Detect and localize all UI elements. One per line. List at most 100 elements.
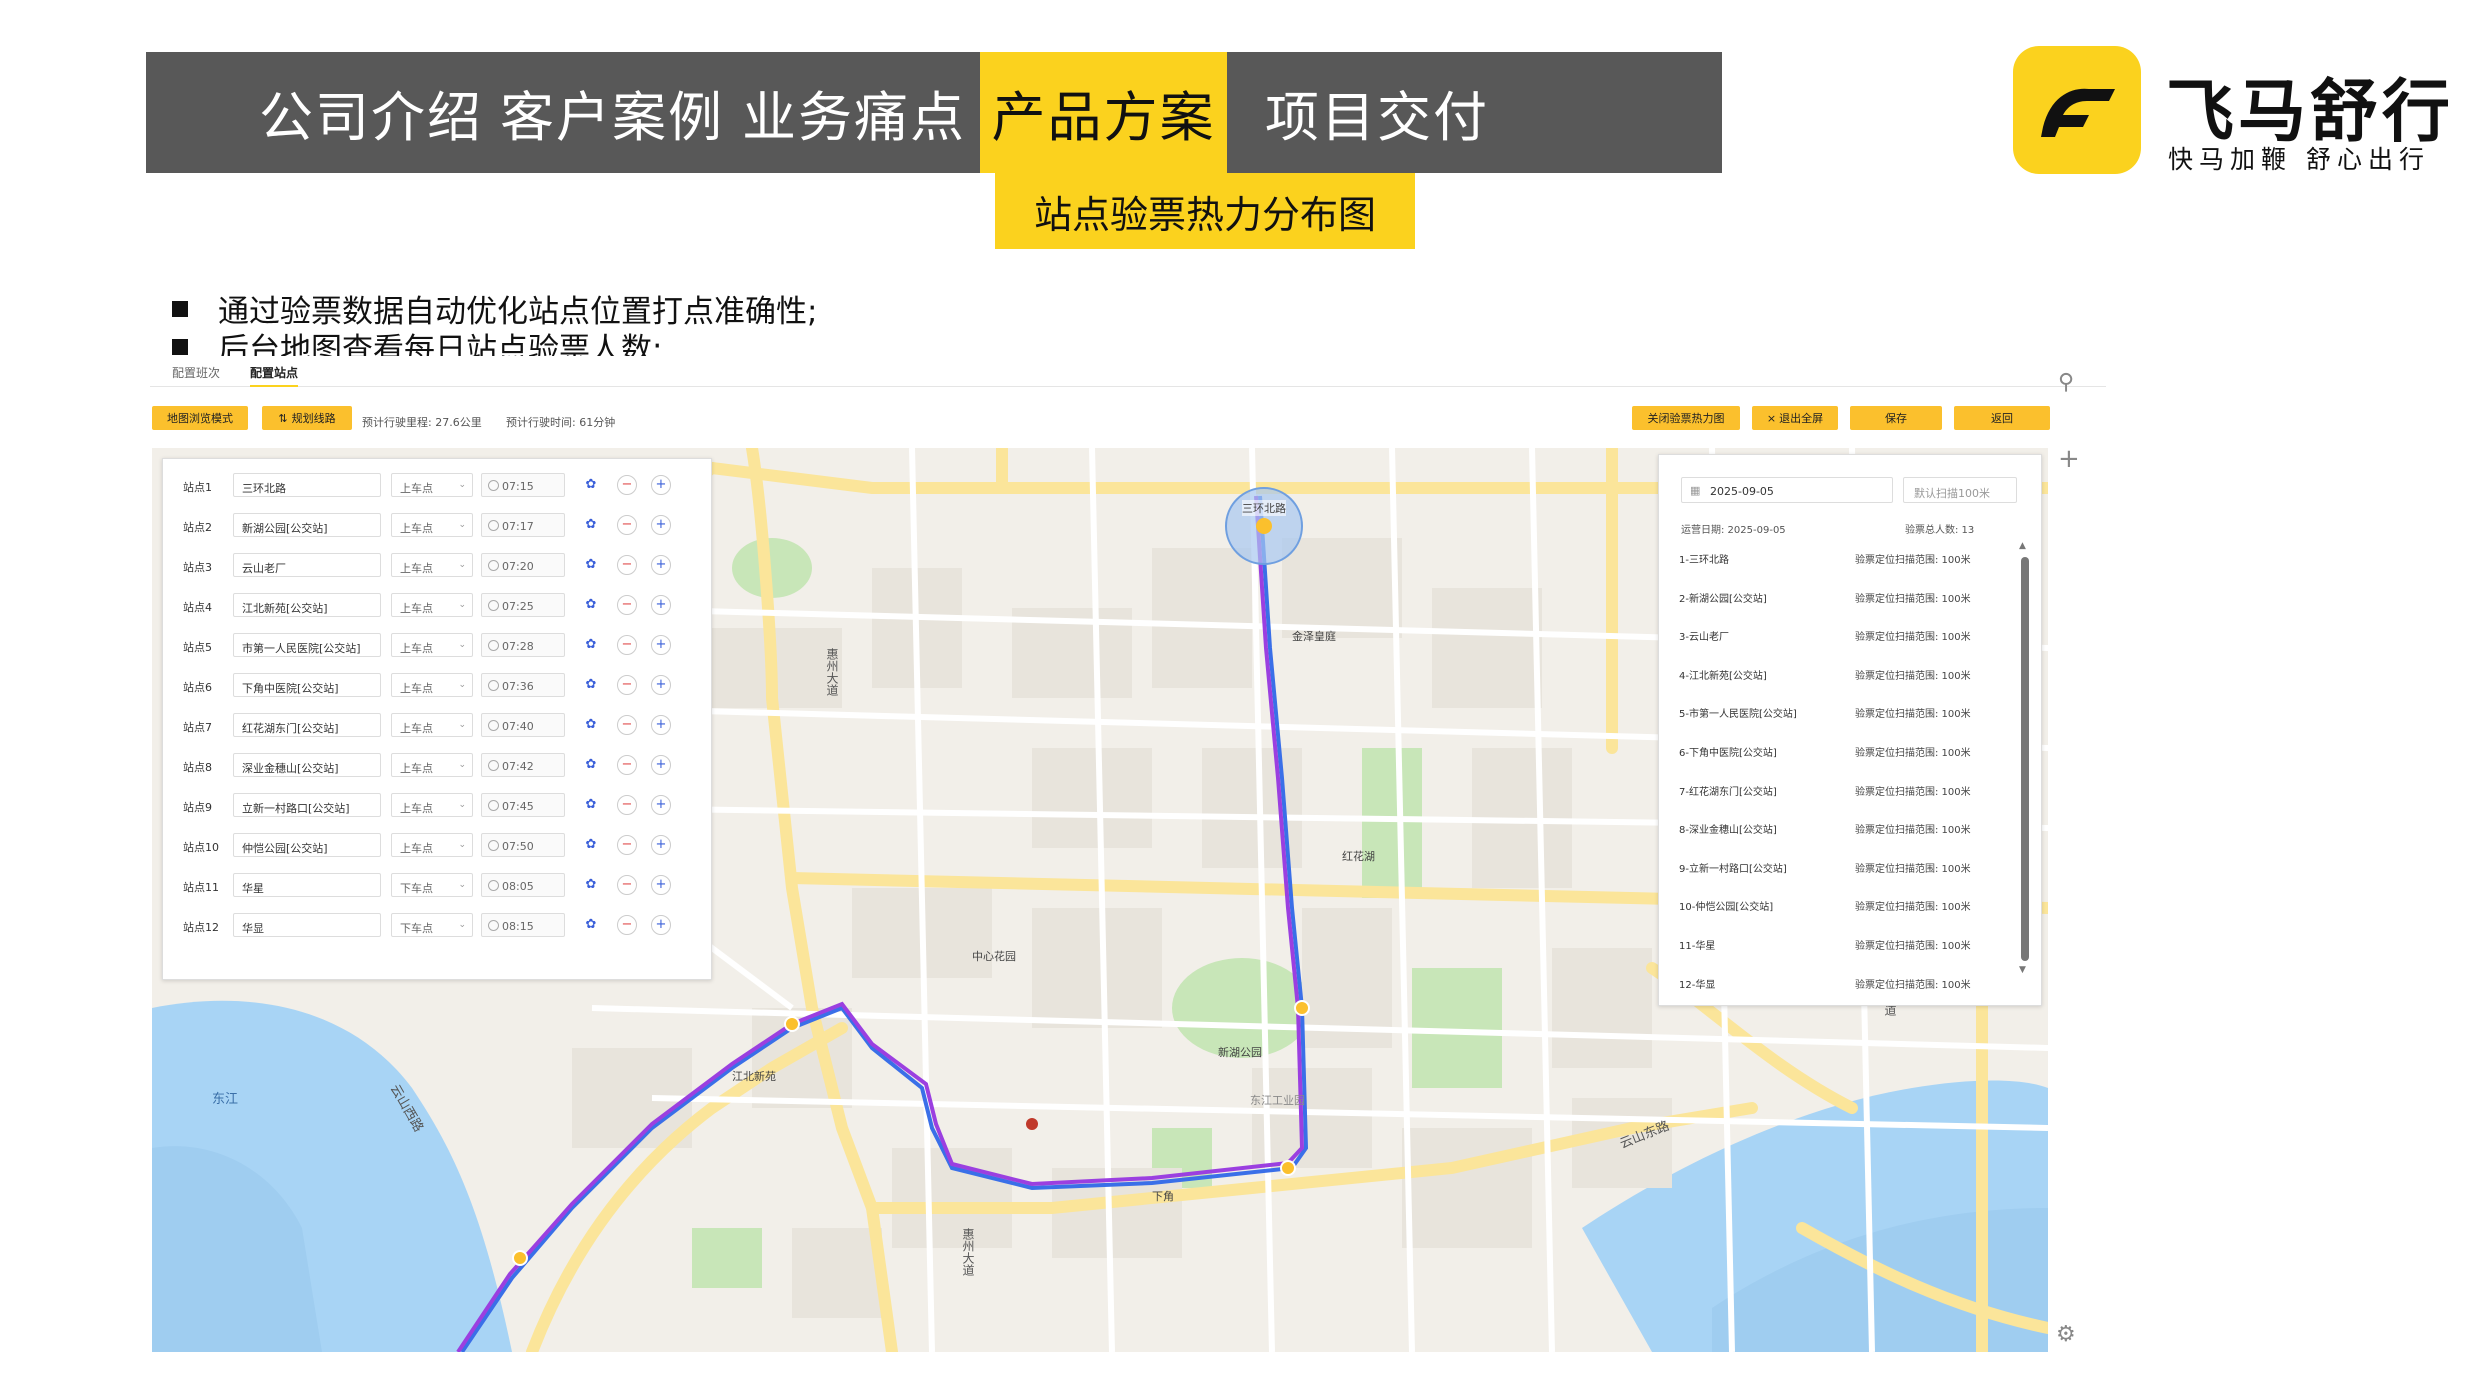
stop-type-select[interactable]: 下车点 ⌄ bbox=[391, 913, 473, 937]
scrollbar[interactable] bbox=[2021, 557, 2029, 961]
remove-stop-button[interactable]: − bbox=[617, 635, 637, 655]
stop-stat-item[interactable]: 5-市第一人民医院[公交站] 验票定位扫描范围: 100米 bbox=[1679, 701, 2009, 721]
stop-name-input[interactable]: 云山老厂 bbox=[233, 553, 381, 577]
add-stop-button[interactable]: + bbox=[651, 755, 671, 775]
stop-type-select[interactable]: 下车点 ⌄ bbox=[391, 873, 473, 897]
nav-tab-project-delivery[interactable]: 项目交付 bbox=[1227, 52, 1497, 173]
stop-stat-item[interactable]: 2-新湖公园[公交站] 验票定位扫描范围: 100米 bbox=[1679, 586, 2009, 606]
remove-stop-button[interactable]: − bbox=[617, 595, 637, 615]
stop-name-input[interactable]: 三环北路 bbox=[233, 473, 381, 497]
stop-name-input[interactable]: 立新一村路口[公交站] bbox=[233, 793, 381, 817]
tab-config-stops[interactable]: 配置站点 bbox=[250, 364, 299, 387]
remove-stop-button[interactable]: − bbox=[617, 555, 637, 575]
stop-name-input[interactable]: 红花湖东门[公交站] bbox=[233, 713, 381, 737]
stop-settings-icon[interactable]: ✿ bbox=[583, 717, 599, 733]
date-picker[interactable]: ▦ 2025-09-05 bbox=[1681, 477, 1893, 503]
add-stop-button[interactable]: + bbox=[651, 715, 671, 735]
stop-stat-item[interactable]: 1-三环北路 验票定位扫描范围: 100米 bbox=[1679, 547, 2009, 567]
stop-settings-icon[interactable]: ✿ bbox=[583, 877, 599, 893]
stop-type-select[interactable]: 上车点 ⌄ bbox=[391, 513, 473, 537]
exit-fullscreen-button[interactable]: × 退出全屏 bbox=[1752, 406, 1838, 430]
stop-time-input[interactable]: 07:36 bbox=[481, 673, 565, 697]
stop-name-input[interactable]: 江北新苑[公交站] bbox=[233, 593, 381, 617]
stop-settings-icon[interactable]: ✿ bbox=[583, 757, 599, 773]
add-stop-button[interactable]: + bbox=[651, 875, 671, 895]
add-stop-button[interactable]: + bbox=[651, 915, 671, 935]
remove-stop-button[interactable]: − bbox=[617, 675, 637, 695]
remove-stop-button[interactable]: − bbox=[617, 875, 637, 895]
nav-tab-business-pain-points[interactable]: 业务痛点 bbox=[728, 52, 980, 173]
stop-name-input[interactable]: 下角中医院[公交站] bbox=[233, 673, 381, 697]
remove-stop-button[interactable]: − bbox=[617, 915, 637, 935]
remove-stop-button[interactable]: − bbox=[617, 715, 637, 735]
stop-type-select[interactable]: 上车点 ⌄ bbox=[391, 713, 473, 737]
tab-config-shifts[interactable]: 配置班次 bbox=[172, 364, 220, 381]
add-stop-button[interactable]: + bbox=[651, 595, 671, 615]
stop-time-input[interactable]: 07:17 bbox=[481, 513, 565, 537]
scan-range-input[interactable]: 默认扫描100米 bbox=[1903, 477, 2017, 503]
stop-stat-item[interactable]: 3-云山老厂 验票定位扫描范围: 100米 bbox=[1679, 624, 2009, 644]
stop-stat-item[interactable]: 11-华星 验票定位扫描范围: 100米 bbox=[1679, 933, 2009, 953]
save-button[interactable]: 保存 bbox=[1850, 406, 1942, 430]
stop-settings-icon[interactable]: ✿ bbox=[583, 557, 599, 573]
stop-type-select[interactable]: 上车点 ⌄ bbox=[391, 753, 473, 777]
nav-tab-company-intro[interactable]: 公司介绍 bbox=[146, 52, 496, 173]
nav-tab-product-solution[interactable]: 产品方案 bbox=[980, 52, 1227, 173]
stop-time-input[interactable]: 07:40 bbox=[481, 713, 565, 737]
stop-settings-icon[interactable]: ✿ bbox=[583, 917, 599, 933]
stop-stat-item[interactable]: 8-深业金穗山[公交站] 验票定位扫描范围: 100米 bbox=[1679, 817, 2009, 837]
stop-stat-item[interactable]: 10-仲恺公园[公交站] 验票定位扫描范围: 100米 bbox=[1679, 894, 2009, 914]
stop-type-select[interactable]: 上车点 ⌄ bbox=[391, 553, 473, 577]
stop-time-input[interactable]: 07:25 bbox=[481, 593, 565, 617]
stop-type-select[interactable]: 上车点 ⌄ bbox=[391, 593, 473, 617]
stop-name-input[interactable]: 华显 bbox=[233, 913, 381, 937]
add-stop-button[interactable]: + bbox=[651, 555, 671, 575]
add-stop-button[interactable]: + bbox=[651, 475, 671, 495]
stop-time-input[interactable]: 07:50 bbox=[481, 833, 565, 857]
add-stop-button[interactable]: + bbox=[651, 795, 671, 815]
close-heatmap-button[interactable]: 关闭验票热力图 bbox=[1632, 406, 1740, 430]
remove-stop-button[interactable]: − bbox=[617, 795, 637, 815]
settings-icon[interactable]: ⚙ bbox=[2056, 1322, 2076, 1347]
back-button[interactable]: 返回 bbox=[1954, 406, 2050, 430]
stop-settings-icon[interactable]: ✿ bbox=[583, 477, 599, 493]
stop-settings-icon[interactable]: ✿ bbox=[583, 597, 599, 613]
remove-stop-button[interactable]: − bbox=[617, 835, 637, 855]
stop-time-input[interactable]: 08:05 bbox=[481, 873, 565, 897]
stop-time-input[interactable]: 07:15 bbox=[481, 473, 565, 497]
zoom-in-icon[interactable]: + bbox=[2058, 444, 2080, 474]
stop-time-input[interactable]: 07:28 bbox=[481, 633, 565, 657]
stop-type-select[interactable]: 上车点 ⌄ bbox=[391, 793, 473, 817]
search-icon[interactable]: ⚲ bbox=[2058, 370, 2074, 395]
stop-type-select[interactable]: 上车点 ⌄ bbox=[391, 833, 473, 857]
browse-mode-button[interactable]: 地图浏览模式 bbox=[152, 406, 248, 430]
remove-stop-button[interactable]: − bbox=[617, 755, 637, 775]
stop-type-select[interactable]: 上车点 ⌄ bbox=[391, 473, 473, 497]
stop-settings-icon[interactable]: ✿ bbox=[583, 837, 599, 853]
stop-type-select[interactable]: 上车点 ⌄ bbox=[391, 633, 473, 657]
add-stop-button[interactable]: + bbox=[651, 675, 671, 695]
remove-stop-button[interactable]: − bbox=[617, 515, 637, 535]
stop-time-input[interactable]: 08:15 bbox=[481, 913, 565, 937]
stop-settings-icon[interactable]: ✿ bbox=[583, 517, 599, 533]
nav-tab-customer-cases[interactable]: 客户案例 bbox=[496, 52, 728, 173]
stop-settings-icon[interactable]: ✿ bbox=[583, 797, 599, 813]
subtab-heatmap[interactable]: 站点验票热力分布图 bbox=[995, 173, 1415, 249]
stop-stat-item[interactable]: 12-华显 验票定位扫描范围: 100米 bbox=[1679, 972, 2009, 992]
stop-name-input[interactable]: 仲恺公园[公交站] bbox=[233, 833, 381, 857]
remove-stop-button[interactable]: − bbox=[617, 475, 637, 495]
scroll-down-icon[interactable]: ▼ bbox=[2019, 965, 2026, 975]
stop-time-input[interactable]: 07:45 bbox=[481, 793, 565, 817]
stop-settings-icon[interactable]: ✿ bbox=[583, 637, 599, 653]
plan-route-button[interactable]: ⇅ 规划线路 bbox=[262, 406, 352, 430]
stop-name-input[interactable]: 华星 bbox=[233, 873, 381, 897]
stop-settings-icon[interactable]: ✿ bbox=[583, 677, 599, 693]
add-stop-button[interactable]: + bbox=[651, 835, 671, 855]
stop-name-input[interactable]: 深业金穗山[公交站] bbox=[233, 753, 381, 777]
add-stop-button[interactable]: + bbox=[651, 515, 671, 535]
stop-time-input[interactable]: 07:42 bbox=[481, 753, 565, 777]
map-canvas[interactable]: 三环北路 惠州大道 新湖公园 东江工业园 云山西路 云山东路 东江 江北新苑 下… bbox=[152, 448, 2048, 1352]
stop-stat-item[interactable]: 9-立新一村路口[公交站] 验票定位扫描范围: 100米 bbox=[1679, 856, 2009, 876]
stop-name-input[interactable]: 市第一人民医院[公交站] bbox=[233, 633, 381, 657]
scroll-up-icon[interactable]: ▲ bbox=[2019, 541, 2026, 551]
